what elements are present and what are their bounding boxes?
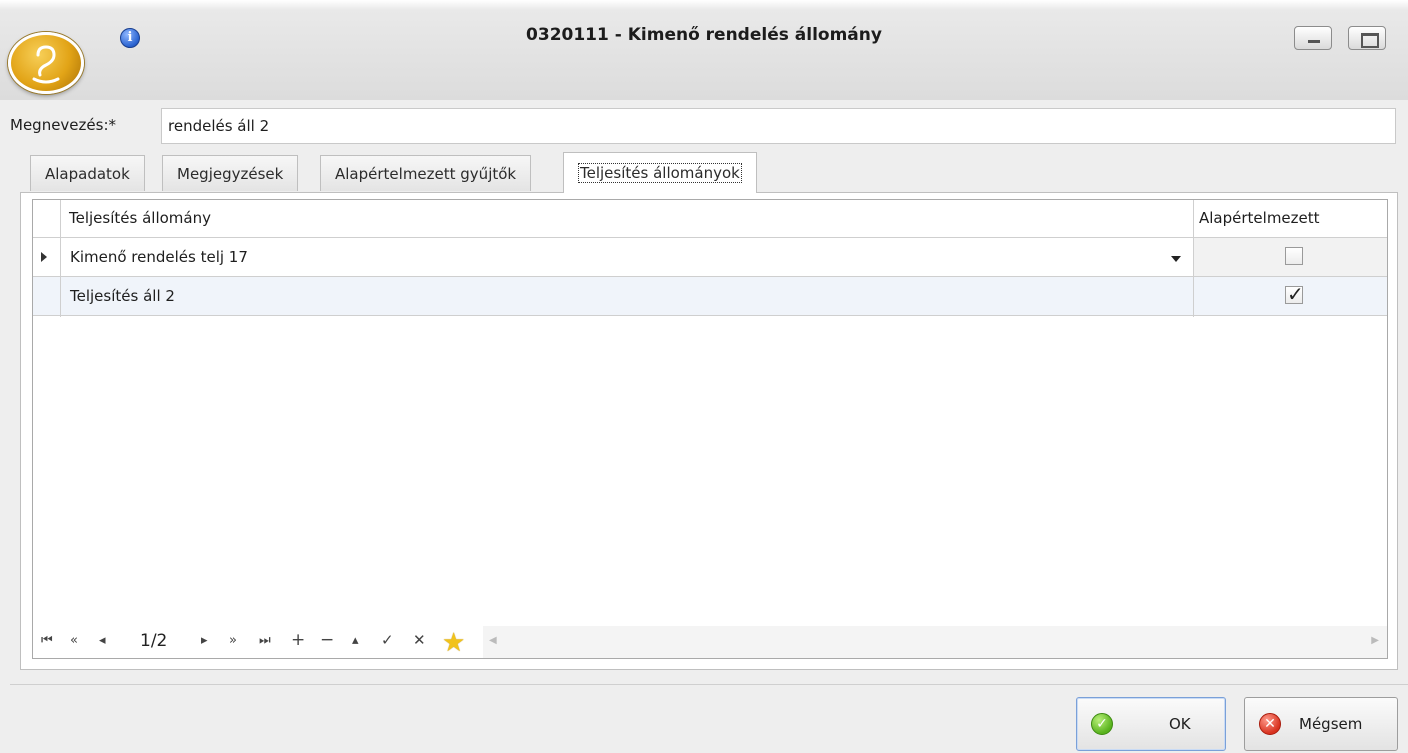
record-position: 1/2 xyxy=(140,631,168,651)
data-grid: Teljesítés állomány Alapértelmezett Kime… xyxy=(32,199,1388,659)
previous-page-icon[interactable]: « xyxy=(70,633,78,648)
tab-megjegyzesek[interactable]: Megjegyzések xyxy=(162,155,299,191)
column-separator xyxy=(1193,200,1194,317)
previous-record-icon[interactable]: ◂ xyxy=(99,633,106,648)
dropdown-arrow-icon[interactable] xyxy=(1171,256,1181,262)
maximize-button[interactable] xyxy=(1348,26,1386,50)
default-checkbox-checked[interactable] xyxy=(1285,282,1304,306)
cancel-x-icon: ✕ xyxy=(1259,713,1281,735)
data-navigator: ⏮ « ◂ 1/2 ▸ » ⏭ + − ▴ ✓ ✕ ★ ◀ ▶ xyxy=(33,626,1387,658)
scroll-right-icon[interactable]: ▶ xyxy=(1371,635,1379,646)
table-row[interactable]: Teljesítés áll 2 xyxy=(33,277,1387,316)
tab-alapertelmezett-gyujtok[interactable]: Alapértelmezett gyűjtők xyxy=(320,155,532,191)
save-record-icon[interactable]: ✓ xyxy=(381,631,394,649)
add-record-icon[interactable]: + xyxy=(291,630,305,650)
grid-header: Teljesítés állomány Alapértelmezett xyxy=(33,200,1387,238)
name-input[interactable] xyxy=(161,108,1396,144)
ok-check-icon: ✓ xyxy=(1091,713,1113,735)
edit-record-icon[interactable]: ▴ xyxy=(352,633,359,648)
delete-record-icon[interactable]: − xyxy=(320,630,334,650)
ok-button[interactable]: ✓ OK xyxy=(1076,697,1226,751)
cancel-button[interactable]: ✕ Mégsem xyxy=(1244,697,1398,751)
default-checkbox[interactable] xyxy=(1285,247,1303,265)
title-bar: i 0320111 - Kimenő rendelés állomány xyxy=(0,0,1408,100)
next-page-icon[interactable]: » xyxy=(229,633,237,648)
cancel-edit-icon[interactable]: ✕ xyxy=(413,631,426,649)
bookmark-star-icon[interactable]: ★ xyxy=(442,628,465,658)
row-indicator-column xyxy=(33,200,61,317)
scroll-left-icon[interactable]: ◀ xyxy=(489,635,497,646)
dialog-window: i 0320111 - Kimenő rendelés állomány Meg… xyxy=(0,0,1408,753)
column-header-teljesites-allomany[interactable]: Teljesítés állomány xyxy=(69,209,211,227)
name-label: Megnevezés:* xyxy=(10,116,117,134)
minimize-button[interactable] xyxy=(1294,26,1332,50)
ok-button-label: OK xyxy=(1169,715,1191,733)
table-row[interactable]: Kimenő rendelés telj 17 xyxy=(33,238,1387,277)
column-header-alapertelmezett[interactable]: Alapértelmezett xyxy=(1199,209,1320,227)
cell-teljesites-allomany[interactable]: Kimenő rendelés telj 17 xyxy=(70,248,248,266)
first-record-icon[interactable]: ⏮ xyxy=(41,633,53,648)
cell-teljesites-allomany[interactable]: Teljesítés áll 2 xyxy=(70,287,175,305)
footer-divider xyxy=(10,684,1408,685)
horizontal-scrollbar[interactable]: ◀ ▶ xyxy=(483,626,1387,658)
window-title: 0320111 - Kimenő rendelés állomány xyxy=(526,25,882,45)
tab-teljesites-allomanyok[interactable]: Teljesítés állományok xyxy=(563,152,757,193)
cancel-button-label: Mégsem xyxy=(1299,715,1363,733)
next-record-icon[interactable]: ▸ xyxy=(201,633,208,648)
tab-alapadatok[interactable]: Alapadatok xyxy=(30,155,145,191)
tab-teljesites-allomanyok-label: Teljesítés állományok xyxy=(578,163,742,183)
last-record-icon[interactable]: ⏭ xyxy=(259,633,271,648)
